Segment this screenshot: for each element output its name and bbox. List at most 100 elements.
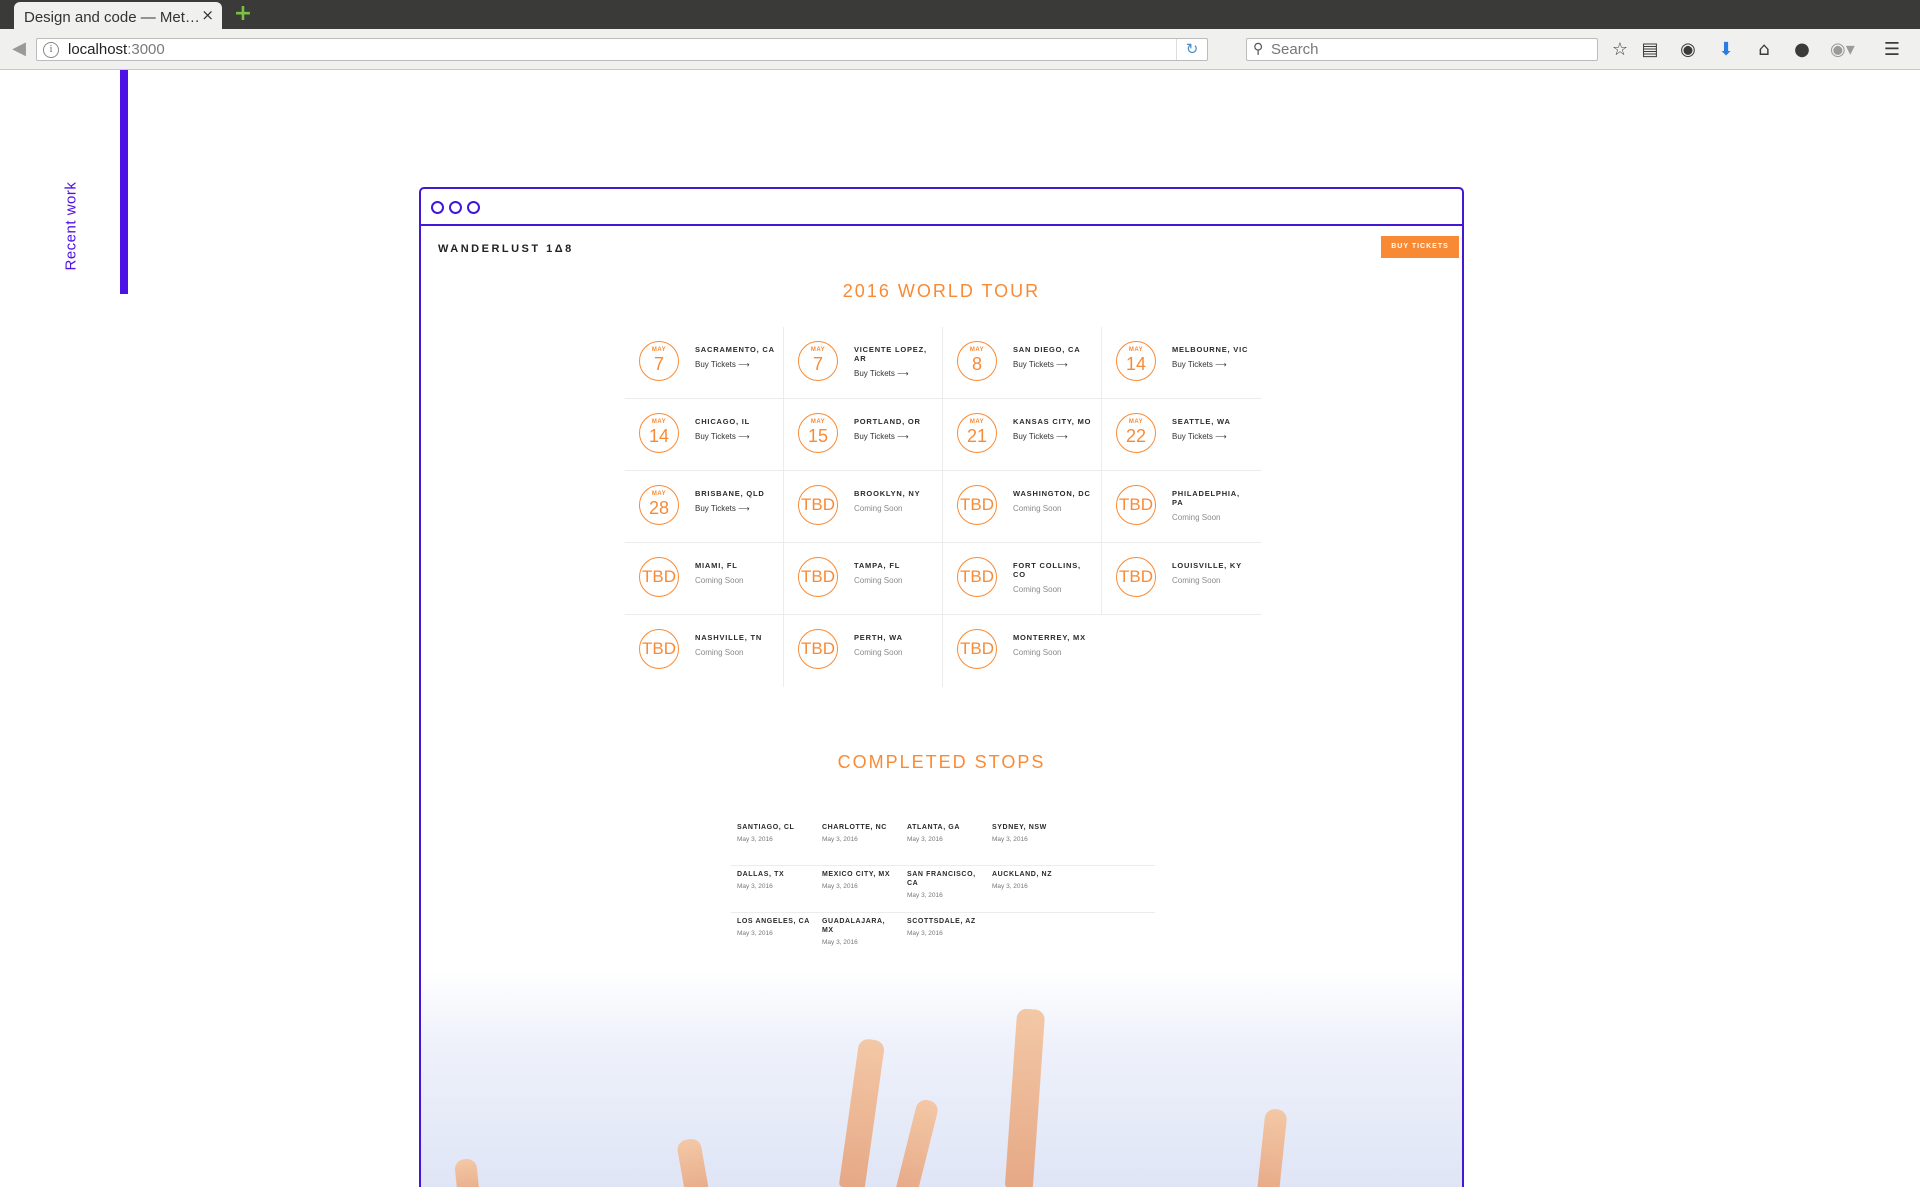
tour-date-card: TBD MIAMI, FL Coming Soon <box>625 543 784 615</box>
site-logo[interactable]: WANDERLUST 1Δ8 <box>438 243 574 255</box>
buy-tickets-link[interactable]: Buy Tickets ⟶ <box>695 432 777 441</box>
badge-month: MAY <box>651 347 667 353</box>
adblock-icon[interactable]: ◉▾ <box>1830 38 1855 62</box>
coming-soon-text: Coming Soon <box>854 648 903 657</box>
tour-city: SACRAMENTO, CA Buy Tickets ⟶ <box>695 345 777 369</box>
tour-city: MONTERREY, MX Coming Soon <box>1013 633 1095 657</box>
window-dot <box>431 201 444 214</box>
browser-tab[interactable]: Design and code — Met… × <box>14 2 222 29</box>
tour-city: SEATTLE, WA Buy Tickets ⟶ <box>1172 417 1254 441</box>
completed-stop-empty <box>1071 866 1155 913</box>
completed-stop: GUADALAJARA, MX May 3, 2016 <box>816 913 901 959</box>
badge-tbd: TBD <box>1119 567 1153 586</box>
raised-arm <box>838 1037 886 1187</box>
buy-tickets-link[interactable]: Buy Tickets ⟶ <box>695 360 777 369</box>
completed-stop: ATLANTA, GA May 3, 2016 <box>901 819 986 866</box>
chat-icon[interactable]: ● <box>1790 38 1814 62</box>
tour-city: MELBOURNE, VIC Buy Tickets ⟶ <box>1172 345 1254 369</box>
window-dot <box>467 201 480 214</box>
stop-city: ATLANTA, GA <box>907 824 960 831</box>
buy-tickets-link[interactable]: Buy Tickets ⟶ <box>1172 360 1254 369</box>
completed-stop: AUCKLAND, NZ May 3, 2016 <box>986 866 1071 913</box>
completed-stop-empty <box>1071 819 1155 866</box>
window-dot <box>449 201 462 214</box>
tour-city: WASHINGTON, DC Coming Soon <box>1013 489 1095 513</box>
badge-tbd: TBD <box>960 639 994 658</box>
tour-date-card: MAY 7 SACRAMENTO, CA Buy Tickets ⟶ <box>625 327 784 399</box>
tour-date-card: TBD MONTERREY, MX Coming Soon <box>943 615 1102 687</box>
side-accent-bar <box>120 70 128 294</box>
stop-city: SYDNEY, NSW <box>992 824 1047 831</box>
home-icon[interactable]: ⌂ <box>1752 38 1776 62</box>
pocket-icon[interactable]: ◉ <box>1676 38 1700 62</box>
crowd-hands-photo <box>421 969 1462 1187</box>
stop-city: AUCKLAND, NZ <box>992 871 1053 878</box>
new-tab-icon[interactable]: + <box>232 3 254 25</box>
badge-month: MAY <box>1128 419 1144 425</box>
tour-date-card: TBD WASHINGTON, DC Coming Soon <box>943 471 1102 543</box>
stop-city: GUADALAJARA, MX <box>822 918 886 934</box>
stop-city: SCOTTSDALE, AZ <box>907 918 976 925</box>
buy-tickets-link[interactable]: Buy Tickets ⟶ <box>1013 432 1095 441</box>
close-tab-icon[interactable]: × <box>201 6 214 24</box>
coming-soon-text: Coming Soon <box>1172 576 1221 585</box>
stop-date: May 3, 2016 <box>992 883 1028 890</box>
badge-tbd: TBD <box>960 567 994 586</box>
buy-tickets-link[interactable]: Buy Tickets ⟶ <box>1013 360 1095 369</box>
tour-date-card: TBD FORT COLLINS, CO Coming Soon <box>943 543 1102 615</box>
city-name: MONTERREY, MX <box>1013 633 1086 642</box>
date-badge: MAY 8 <box>957 341 997 381</box>
coming-soon-text: Coming Soon <box>1013 585 1062 594</box>
stop-city: SAN FRANCISCO, CA <box>907 871 976 887</box>
buy-tickets-link[interactable]: Buy Tickets ⟶ <box>854 432 936 441</box>
completed-stops-grid: SANTIAGO, CL May 3, 2016 CHARLOTTE, NC May… <box>731 819 1155 959</box>
badge-tbd: TBD <box>801 567 835 586</box>
badge-month: MAY <box>651 419 667 425</box>
tour-date-card: MAY 28 BRISBANE, QLD Buy Tickets ⟶ <box>625 471 784 543</box>
date-badge: TBD <box>798 557 838 597</box>
recent-work-label[interactable]: Recent work <box>63 182 80 271</box>
tour-city: PERTH, WA Coming Soon <box>854 633 936 657</box>
city-name: MELBOURNE, VIC <box>1172 345 1249 354</box>
tour-city: CHICAGO, IL Buy Tickets ⟶ <box>695 417 777 441</box>
tour-date-card: MAY 21 KANSAS CITY, MO Buy Tickets ⟶ <box>943 399 1102 471</box>
raised-arm <box>894 1097 940 1187</box>
buy-tickets-link[interactable]: Buy Tickets ⟶ <box>854 369 936 378</box>
bookmark-star-icon[interactable]: ☆ <box>1608 38 1632 62</box>
reload-icon[interactable]: ↻ <box>1176 39 1207 60</box>
date-badge: MAY 7 <box>798 341 838 381</box>
stop-city: SANTIAGO, CL <box>737 824 795 831</box>
city-name: BRISBANE, QLD <box>695 489 765 498</box>
coming-soon-text: Coming Soon <box>854 504 903 513</box>
completed-stop: SANTIAGO, CL May 3, 2016 <box>731 819 816 866</box>
buy-tickets-link[interactable]: Buy Tickets ⟶ <box>1172 432 1254 441</box>
back-arrow-icon[interactable]: ◀ <box>6 37 32 61</box>
search-input[interactable]: ⚲ Search <box>1246 38 1598 61</box>
date-badge: MAY 14 <box>1116 341 1156 381</box>
date-badge: MAY 15 <box>798 413 838 453</box>
url-port: :3000 <box>127 41 165 58</box>
reading-list-icon[interactable]: ▤ <box>1638 38 1662 62</box>
download-icon[interactable]: ⬇ <box>1714 38 1738 62</box>
mock-window-titlebar <box>421 189 1462 226</box>
completed-stop: MEXICO CITY, MX May 3, 2016 <box>816 866 901 913</box>
buy-tickets-link[interactable]: Buy Tickets ⟶ <box>695 504 777 513</box>
city-name: NASHVILLE, TN <box>695 633 763 642</box>
date-badge: MAY 14 <box>639 413 679 453</box>
tour-date-card: MAY 22 SEATTLE, WA Buy Tickets ⟶ <box>1102 399 1261 471</box>
city-name: SAN DIEGO, CA <box>1013 345 1081 354</box>
raised-arm <box>675 1137 711 1187</box>
date-badge: MAY 28 <box>639 485 679 525</box>
badge-month: MAY <box>969 419 985 425</box>
city-name: WASHINGTON, DC <box>1013 489 1091 498</box>
completed-stop: SCOTTSDALE, AZ May 3, 2016 <box>901 913 986 959</box>
menu-icon[interactable]: ☰ <box>1880 38 1904 62</box>
url-bar[interactable]: i localhost:3000 ↻ <box>36 38 1208 61</box>
badge-month: MAY <box>969 347 985 353</box>
tour-city: PHILADELPHIA, PA Coming Soon <box>1172 489 1254 522</box>
badge-day: 15 <box>807 426 829 446</box>
info-icon[interactable]: i <box>43 42 59 58</box>
url-host: localhost <box>68 41 128 58</box>
tour-city: BROOKLYN, NY Coming Soon <box>854 489 936 513</box>
buy-tickets-button[interactable]: BUY TICKETS <box>1381 236 1459 258</box>
